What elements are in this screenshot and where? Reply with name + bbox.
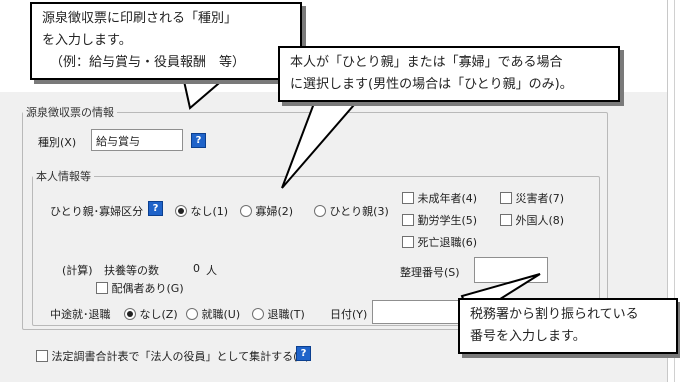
callout-serial-help: 税務署から割り振られている 番号を入力します。	[458, 298, 678, 354]
callout-line: 番号を入力します。	[470, 329, 586, 344]
callout-line: に選択します(男性の場合は「ひとり親」のみ)。	[290, 77, 573, 92]
callout-single-parent-help: 本人が「ひとり親」または「寡婦」である場合 に選択します(男性の場合は「ひとり親…	[278, 46, 620, 102]
callout-line: を入力します。	[42, 33, 132, 48]
callout-line: 本人が「ひとり親」または「寡婦」である場合	[290, 55, 563, 70]
callout-line: 源泉徴収票に印刷される「種別」	[42, 11, 238, 26]
callout-line: （例：給与賞与・役員報酬 等）	[50, 55, 246, 70]
callout-line: 税務署から割り振られている	[470, 307, 639, 322]
callout-type-help: 源泉徴収票に印刷される「種別」 を入力します。 （例：給与賞与・役員報酬 等）	[30, 2, 302, 80]
callout-pointer-single-parent	[281, 97, 363, 189]
